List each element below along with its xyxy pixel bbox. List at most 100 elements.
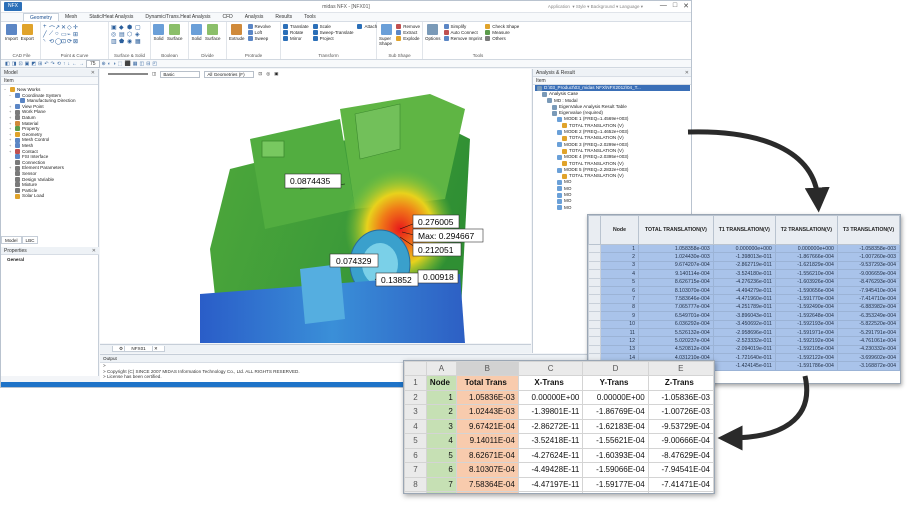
tab-analysis[interactable]: Analysis <box>239 13 270 21</box>
spreadsheet-cell[interactable]: -4.49428E-11 <box>517 462 584 478</box>
spreadsheet-cell[interactable]: 8.62671E-04 <box>455 447 519 463</box>
view-tool-icon[interactable]: ↷ <box>51 61 55 67</box>
spreadsheet-cell[interactable]: -2.86272E-11 <box>517 418 584 434</box>
row-number[interactable]: 4 <box>404 418 427 434</box>
spreadsheet-cell[interactable]: 8 <box>426 491 457 493</box>
spreadsheet-cell[interactable]: -1.00726E-03 <box>647 404 714 420</box>
table-cell[interactable]: 1.058358e-003 <box>638 243 714 254</box>
check-shape-button[interactable]: Check Shape <box>485 24 519 29</box>
view-tool-icon[interactable]: ◨ <box>12 61 17 67</box>
spreadsheet-cell[interactable]: -4.47197E-11 <box>517 476 584 492</box>
close-icon[interactable]: ✕ <box>92 247 96 255</box>
table-cell[interactable]: -4.494279e-011 <box>712 285 776 296</box>
minimize-button[interactable]: — <box>660 2 667 10</box>
table-cell[interactable]: -3.524180e-011 <box>712 269 776 279</box>
spreadsheet-cell[interactable]: -7.94541E-04 <box>647 462 714 478</box>
column-letter[interactable]: E <box>647 361 714 376</box>
view-tool-icon[interactable]: ⊟ <box>146 61 150 67</box>
remove-button[interactable]: Remove <box>396 24 420 29</box>
divide-solid-button[interactable]: Solid <box>191 24 202 53</box>
expand-icon[interactable]: + <box>9 165 13 171</box>
spreadsheet-cell[interactable]: 9.67421E-04 <box>455 418 519 434</box>
header-cell[interactable]: Z-Trans <box>647 375 714 391</box>
table-cell[interactable]: 9.140114e-004 <box>638 269 714 279</box>
table-cell[interactable]: -9.537293e-004 <box>836 260 900 271</box>
attach-button[interactable]: Attach <box>357 24 377 29</box>
column-header[interactable]: T1 TRANSLATION(V) <box>712 215 776 245</box>
revolve-button[interactable]: Revolve <box>247 24 271 29</box>
row-number[interactable]: 1 <box>404 375 427 391</box>
table-cell[interactable]: 5.526132e-004 <box>638 327 714 338</box>
spreadsheet-cell[interactable]: -9.53729E-04 <box>647 418 714 434</box>
table-cell[interactable]: -1.058358e-003 <box>836 243 900 254</box>
table-row[interactable]: 13 4.520812e-004 -2.094019e-011 -1.592105e-… <box>588 344 900 355</box>
table-cell[interactable]: -7.945410e-004 <box>836 285 900 296</box>
view-tool-icon[interactable]: ◫ <box>139 61 144 67</box>
tab-results[interactable]: Results <box>269 13 298 21</box>
header-cell[interactable]: X-Trans <box>517 375 584 391</box>
table-cell[interactable]: 13 <box>600 344 639 355</box>
table-cell[interactable]: -1.592122e-004 <box>774 353 838 363</box>
spreadsheet-cell[interactable]: -1.05836E-03 <box>647 389 714 405</box>
table-cell[interactable]: 5.020237e-004 <box>638 336 714 346</box>
sweep-button[interactable]: Sweep <box>247 36 271 41</box>
table-cell[interactable]: 1 <box>600 243 639 254</box>
row-header[interactable] <box>588 311 601 321</box>
table-cell[interactable]: -1.592105e-004 <box>774 344 838 355</box>
column-letter[interactable]: B <box>455 361 519 376</box>
spreadsheet-cell[interactable]: 4 <box>426 433 457 449</box>
spreadsheet-cell[interactable]: -1.59249E-04 <box>582 491 649 493</box>
column-header[interactable]: T2 TRANSLATION(V) <box>774 215 838 245</box>
table-cell[interactable]: -1.621829e-004 <box>774 260 838 271</box>
table-cell[interactable]: 1.024430e-003 <box>638 252 714 262</box>
view-tool-icon[interactable]: ▦ <box>133 61 138 67</box>
table-cell[interactable]: 8 <box>600 302 639 313</box>
table-row[interactable]: 11 5.526132e-004 -2.958696e-011 -1.591971e-… <box>588 327 900 338</box>
table-cell[interactable]: -1.591786e-004 <box>774 361 838 371</box>
spreadsheet-cell[interactable]: -8.47629E-04 <box>647 447 714 463</box>
spreadsheet-cell[interactable]: 9.14011E-04 <box>455 433 519 449</box>
column-letter[interactable]: C <box>517 361 584 376</box>
filter-select[interactable]: All Geometries (F) <box>204 70 255 78</box>
table-cell[interactable]: -2.958696e-011 <box>712 327 776 338</box>
translate-button[interactable]: Translate <box>283 24 309 29</box>
table-cell[interactable]: -3.450692e-011 <box>712 319 776 329</box>
tab-nfx01[interactable]: ⚙ NFX01 ✕ <box>112 346 165 352</box>
spreadsheet-cell[interactable]: -1.62183E-04 <box>582 418 649 434</box>
column-header[interactable]: TOTAL TRANSLATION(V) <box>638 215 714 245</box>
row-number[interactable]: 9 <box>404 491 427 493</box>
tab-dynamic[interactable]: Dynamic/Trans.Heat Analysis <box>139 13 216 21</box>
header-cell[interactable]: Y-Trans <box>582 375 649 391</box>
table-cell[interactable]: -6.353249e-004 <box>836 311 900 321</box>
close-icon[interactable]: ✕ <box>91 69 95 77</box>
table-cell[interactable]: 7.583646e-004 <box>638 294 714 304</box>
scale-button[interactable]: Scale <box>312 24 354 29</box>
table-cell[interactable]: 11 <box>600 327 639 338</box>
view-tool-icon[interactable]: ⊕ <box>102 61 106 67</box>
table-row[interactable]: 8 7.065777e-004 -4.251789e-011 -1.592490e-0… <box>588 302 900 313</box>
header-cell[interactable]: Node <box>426 375 457 391</box>
table-cell[interactable]: -1.424145e-011 <box>712 361 776 371</box>
row-number[interactable]: 7 <box>404 462 427 478</box>
view-tool-icon[interactable]: ↶ <box>44 61 48 67</box>
spreadsheet-cell[interactable]: 0.00000E+00 <box>582 389 649 405</box>
column-letter[interactable]: D <box>582 361 649 376</box>
table-cell[interactable]: -1.398013e-011 <box>712 252 776 262</box>
spreadsheet-cell[interactable]: -3.52418E-11 <box>517 433 584 449</box>
table-cell[interactable]: -1.556210e-004 <box>774 269 838 279</box>
project-button[interactable]: Project <box>312 36 354 41</box>
select-all-corner[interactable] <box>404 361 427 376</box>
table-cell[interactable]: -6.883982e-004 <box>836 302 900 313</box>
table-cell[interactable]: 6 <box>600 285 639 296</box>
table-cell[interactable]: -1.592490e-004 <box>774 302 838 313</box>
table-cell[interactable]: 4 <box>600 269 639 279</box>
view-slider[interactable] <box>108 73 148 75</box>
table-cell[interactable]: 8.626715e-004 <box>638 277 714 287</box>
spreadsheet-cell[interactable]: -9.00666E-04 <box>647 433 714 449</box>
view-tool-icon[interactable]: ⟲ <box>57 61 61 67</box>
remove-imprint-button[interactable]: Remove Imprint <box>443 36 482 41</box>
row-number[interactable]: 2 <box>404 389 427 405</box>
tab-cfd[interactable]: CFD <box>217 13 239 21</box>
style-menu[interactable]: Style <box>576 4 586 9</box>
view-tool-icon[interactable]: ▣ <box>25 61 30 67</box>
